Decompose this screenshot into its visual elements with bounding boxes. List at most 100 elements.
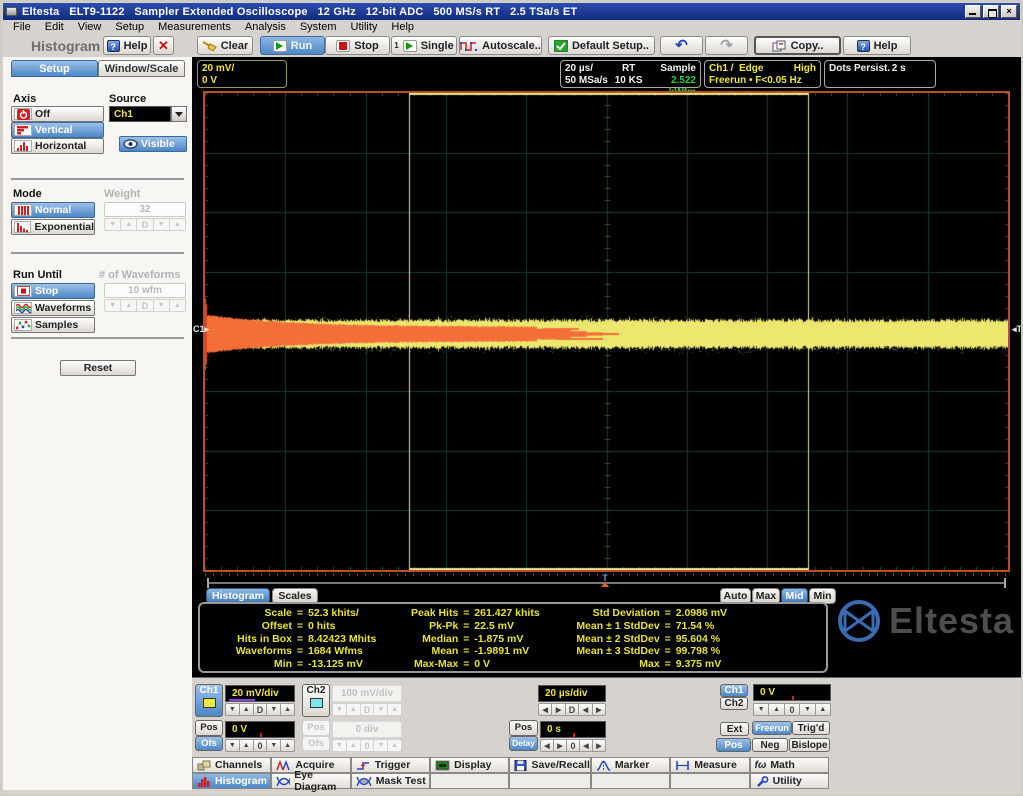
slope-bislope-button[interactable]: Bislope: [789, 738, 830, 752]
source-dropdown[interactable]: Ch1: [109, 106, 187, 122]
channel1-button[interactable]: Ch1: [195, 684, 223, 717]
slope-neg-button[interactable]: Neg: [752, 738, 788, 752]
tab-math[interactable]: fω Math: [750, 757, 829, 773]
run-until-samples-button[interactable]: Samples: [11, 317, 95, 333]
tab-measure[interactable]: Measure: [670, 757, 749, 773]
tab-save-recall[interactable]: Save/Recall: [509, 757, 590, 773]
fine-decrement-button[interactable]: ▼: [800, 703, 815, 716]
coarse-decrement-button[interactable]: ▼: [753, 703, 769, 716]
run-button[interactable]: Run: [260, 36, 325, 55]
minimize-button[interactable]: [965, 5, 981, 18]
ofs-option[interactable]: Ofs: [195, 736, 223, 752]
spin-middle-button[interactable]: 0: [254, 739, 268, 752]
single-button[interactable]: 1 Single: [391, 36, 457, 55]
trigger-level-marker[interactable]: ◂T: [1012, 324, 1022, 335]
coarse-increment-button[interactable]: ▲: [769, 703, 784, 716]
fine-increment-button[interactable]: ▲: [816, 703, 831, 716]
coarse-decrement-button[interactable]: ◀: [538, 703, 552, 716]
tab-setup[interactable]: Setup: [11, 60, 98, 77]
trigger-ext-button[interactable]: Ext: [720, 722, 749, 736]
channel1-scale-spinner[interactable]: ▼▲D▼▲: [225, 703, 295, 716]
slope-pos-button[interactable]: Pos: [716, 738, 751, 752]
fine-decrement-button[interactable]: ◀: [579, 703, 592, 716]
channel1-position-marker[interactable]: C1▸: [193, 324, 209, 335]
fine-increment-button[interactable]: ▶: [593, 703, 606, 716]
reset-button[interactable]: Reset: [60, 360, 136, 376]
menu-item[interactable]: Analysis: [238, 21, 293, 33]
restore-button[interactable]: [983, 5, 999, 18]
timebase-scale-spinner[interactable]: ◀▶D◀▶: [538, 703, 606, 716]
trigger-level-spinner[interactable]: ▼▲0▼▲: [753, 703, 831, 716]
fine-decrement-button[interactable]: ▼: [267, 703, 281, 716]
delay-field[interactable]: 0 s: [540, 721, 606, 738]
trigger-freerun-button[interactable]: Freerun: [752, 721, 792, 735]
channel1-scale-field[interactable]: 20 mV/div: [225, 685, 295, 702]
mode-normal-button[interactable]: Normal: [11, 202, 95, 218]
tab-marker[interactable]: Marker: [591, 757, 670, 773]
delay-spinner[interactable]: ◀▶0◀▶: [540, 739, 606, 752]
close-button[interactable]: ×: [1001, 5, 1017, 18]
tab-histogram[interactable]: Histogram: [192, 773, 271, 789]
panel-help-button[interactable]: ? Help: [103, 36, 151, 55]
timebase-pos-delay-toggle[interactable]: Pos Delay: [509, 720, 538, 751]
tab-display[interactable]: Display: [430, 757, 509, 773]
autoscale-button[interactable]: Autoscale..: [459, 36, 542, 55]
coarse-decrement-button[interactable]: ▼: [225, 703, 240, 716]
trigger-level-field[interactable]: 0 V: [753, 684, 831, 701]
spin-middle-button[interactable]: D: [254, 703, 268, 716]
visible-button[interactable]: Visible: [119, 136, 187, 152]
menu-item[interactable]: Edit: [38, 21, 71, 33]
mode-exponential-button[interactable]: Exponential: [11, 219, 95, 235]
coarse-increment-button[interactable]: ▶: [552, 703, 565, 716]
graticule[interactable]: [203, 91, 1010, 572]
coarse-decrement-button[interactable]: ▼: [225, 739, 240, 752]
dropdown-arrow-icon[interactable]: [171, 106, 187, 122]
menu-item[interactable]: System: [293, 21, 344, 33]
channel1-offset-field[interactable]: 0 V: [225, 721, 295, 738]
axis-off-button[interactable]: Off: [11, 106, 104, 122]
menu-item[interactable]: Help: [384, 21, 421, 33]
pos-option[interactable]: Pos: [509, 720, 538, 736]
tab-channels[interactable]: Channels: [192, 757, 271, 773]
channel1-offset-spinner[interactable]: ▼▲0▼▲: [225, 739, 295, 752]
fine-decrement-button[interactable]: ▼: [267, 739, 281, 752]
spin-middle-button[interactable]: 0: [567, 739, 580, 752]
coarse-decrement-button[interactable]: ◀: [540, 739, 554, 752]
horizontal-scrollbar[interactable]: T: [203, 577, 1010, 589]
menu-item[interactable]: View: [71, 21, 109, 33]
axis-vertical-button[interactable]: Vertical: [11, 122, 104, 138]
menu-item[interactable]: Measurements: [151, 21, 238, 33]
channel2-button[interactable]: Ch2: [302, 684, 330, 717]
timebase-scale-field[interactable]: 20 µs/div: [538, 685, 606, 702]
default-setup-button[interactable]: Default Setup..: [548, 36, 655, 55]
fine-increment-button[interactable]: ▲: [281, 703, 295, 716]
fine-decrement-button[interactable]: ◀: [580, 739, 593, 752]
trigger-source-ch1-button[interactable]: Ch1: [720, 684, 748, 697]
menu-item[interactable]: Utility: [344, 21, 385, 33]
menu-item[interactable]: File: [6, 21, 38, 33]
redo-button[interactable]: ↷: [705, 36, 748, 55]
copy-button[interactable]: Copy..: [754, 36, 841, 55]
trigger-trigd-button[interactable]: Trig'd: [792, 721, 830, 735]
panel-close-button[interactable]: ✕: [153, 36, 174, 55]
channel1-pos-ofs-toggle[interactable]: Pos Ofs: [195, 720, 223, 751]
trigger-source-ch2-button[interactable]: Ch2: [720, 697, 748, 710]
tab-trigger[interactable]: Trigger: [351, 757, 430, 773]
menu-item[interactable]: Setup: [108, 21, 151, 33]
coarse-increment-button[interactable]: ▲: [240, 739, 254, 752]
tab-window-scale[interactable]: Window/Scale: [98, 60, 185, 77]
undo-button[interactable]: ↶: [660, 36, 703, 55]
fine-increment-button[interactable]: ▶: [593, 739, 606, 752]
trigger-position-marker[interactable]: T: [600, 574, 610, 587]
tab-eye-diagram[interactable]: Eye Diagram: [271, 773, 350, 789]
tab-mask-test[interactable]: Mask Test: [351, 773, 430, 789]
clear-button[interactable]: Clear: [197, 36, 253, 55]
coarse-increment-button[interactable]: ▶: [554, 739, 567, 752]
tab-utility[interactable]: Utility: [750, 773, 829, 789]
run-until-stop-button[interactable]: Stop: [11, 283, 95, 299]
spin-middle-button[interactable]: 0: [785, 703, 800, 716]
axis-horizontal-button[interactable]: Horizontal: [11, 138, 104, 154]
help-button[interactable]: ? Help: [843, 36, 911, 55]
coarse-increment-button[interactable]: ▲: [240, 703, 254, 716]
fine-increment-button[interactable]: ▲: [281, 739, 295, 752]
